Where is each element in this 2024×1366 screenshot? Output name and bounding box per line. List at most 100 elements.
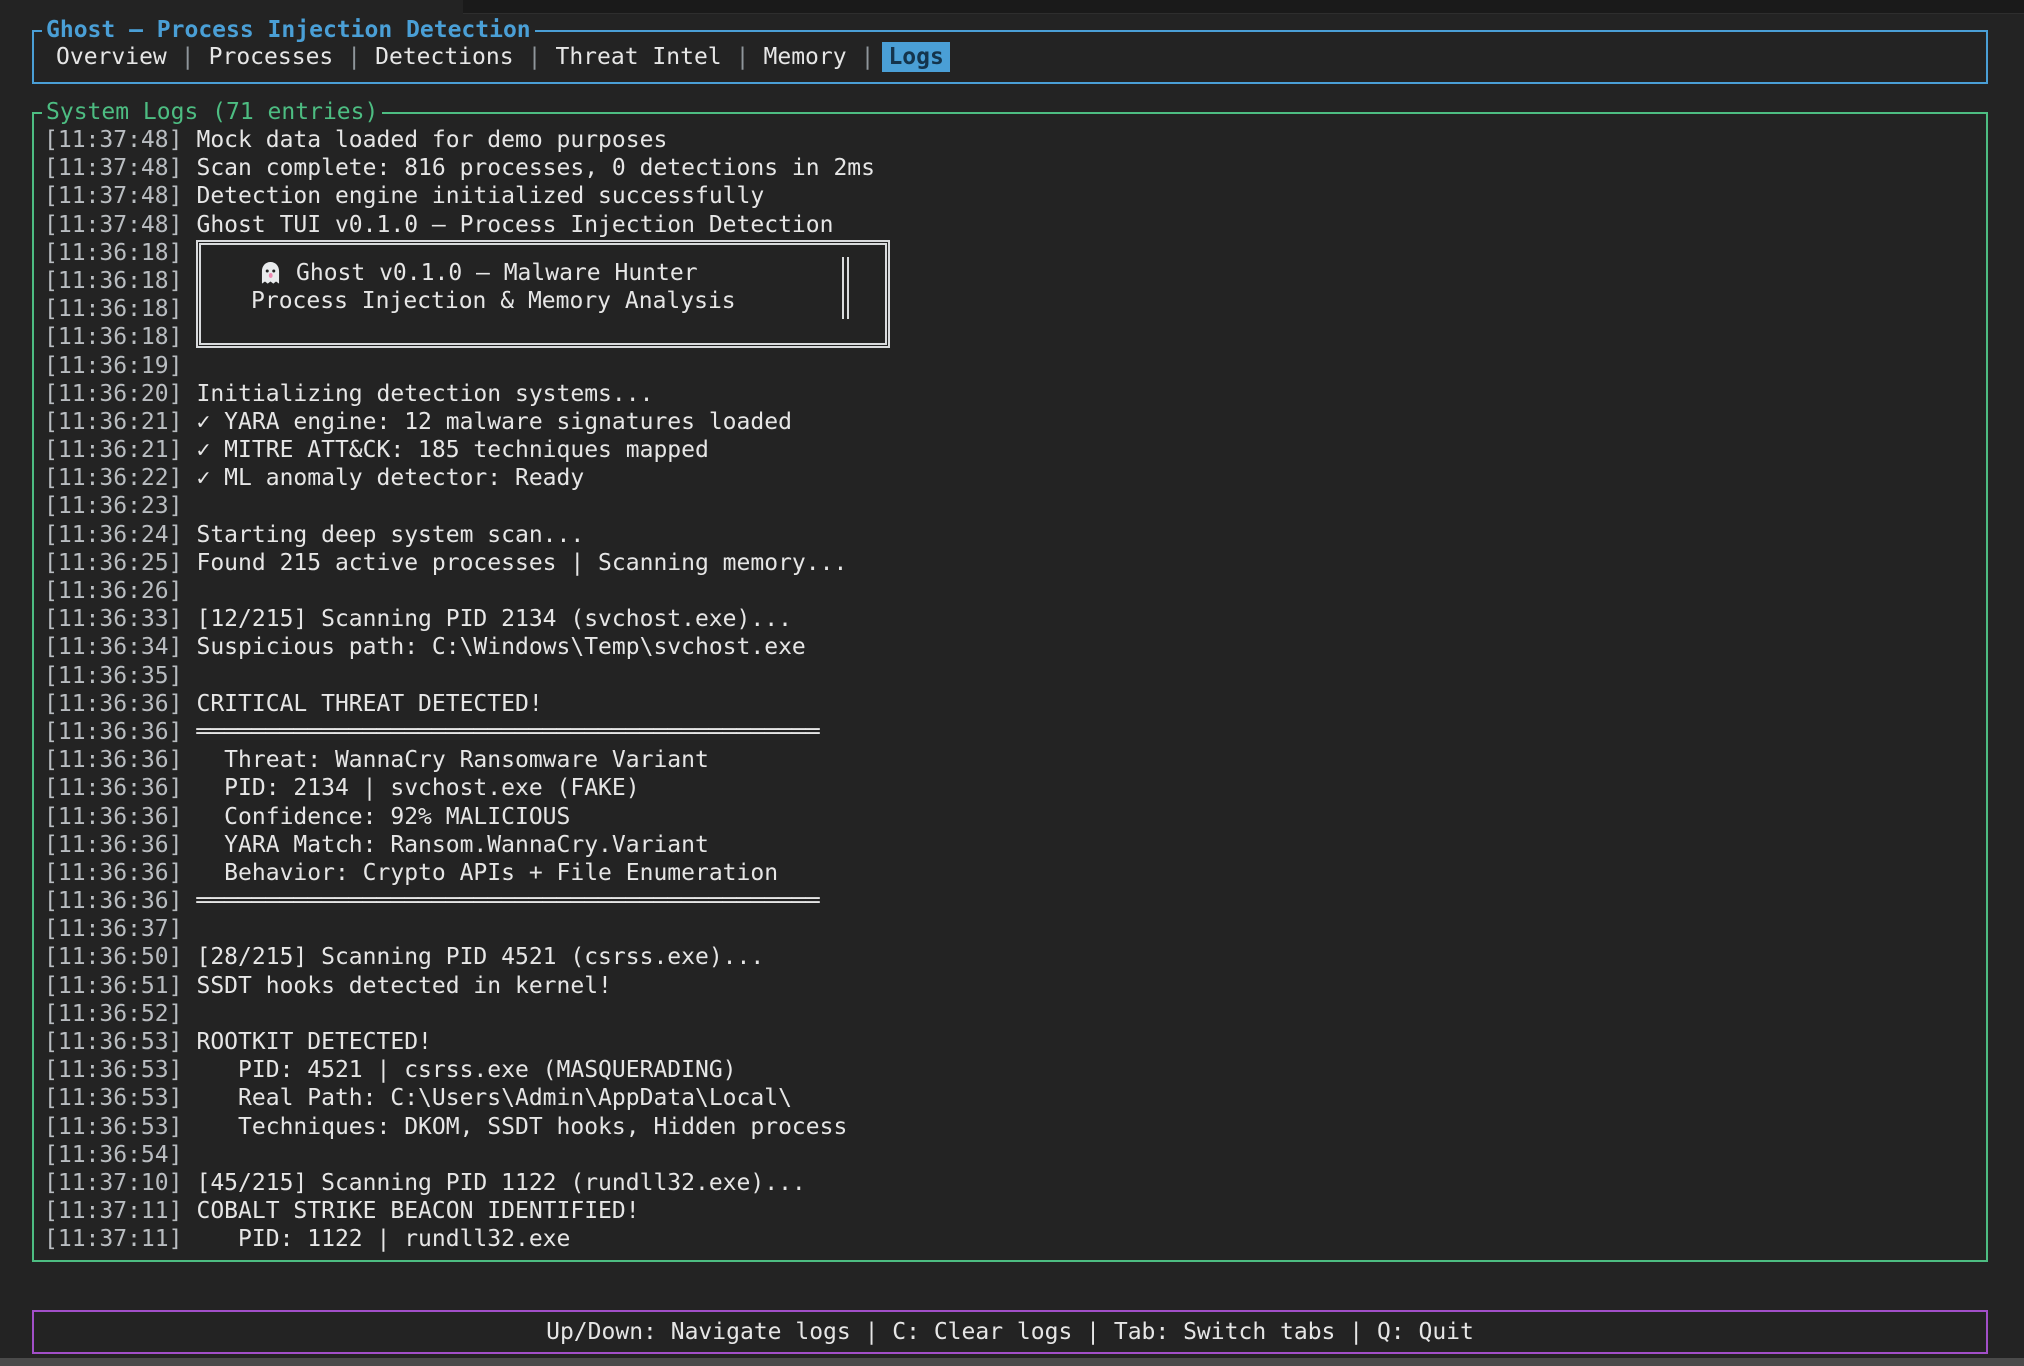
log-timestamp: [11:36:50] [44, 944, 182, 970]
log-message: ════════════════════════════════════════… [196, 719, 819, 745]
app-title: Ghost — Process Injection Detection [42, 16, 535, 44]
log-message: ✓ MITRE ATT&CK: 185 techniques mapped [196, 437, 708, 463]
log-row: [11:37:11] COBALT STRIKE BEACON IDENTIFIE… [44, 1197, 1986, 1225]
log-timestamp: [11:36:22] [44, 465, 182, 491]
tab-separator: | [853, 44, 883, 70]
log-row: [11:37:11] PID: 1122 | rundll32.exe [44, 1225, 1986, 1253]
banner-subtitle: Process Injection & Memory Analysis [201, 287, 885, 315]
log-row: [11:36:36] Threat: WannaCry Ransomware V… [44, 746, 1986, 774]
log-row: [11:36:36]CRITICAL THREAT DETECTED! [44, 690, 1986, 718]
log-message: Behavior: Crypto APIs + File Enumeration [196, 860, 778, 886]
log-row: [11:36:34]Suspicious path: C:\Windows\Te… [44, 633, 1986, 661]
log-timestamp: [11:37:48] [44, 127, 182, 153]
log-timestamp: [11:36:53] [44, 1085, 182, 1111]
log-row: [11:36:51] SSDT hooks detected in kernel! [44, 972, 1986, 1000]
tab-separator: | [520, 44, 550, 70]
log-timestamp: [11:36:25] [44, 550, 182, 576]
log-timestamp: [11:36:53] [44, 1057, 182, 1083]
tab-separator: | [728, 44, 758, 70]
log-timestamp: [11:36:52] [44, 1001, 182, 1027]
log-timestamp: [11:36:36] [44, 832, 182, 858]
tab-bar-panel: Ghost — Process Injection Detection Over… [32, 30, 1988, 84]
log-row: [11:36:21]✓ MITRE ATT&CK: 185 techniques… [44, 436, 1986, 464]
ghost-icon [257, 260, 284, 287]
log-row: [11:37:10] [45/215] Scanning PID 1122 (ru… [44, 1169, 1986, 1197]
log-timestamp: [11:36:21] [44, 409, 182, 435]
log-message: SSDT hooks detected in kernel! [196, 973, 611, 999]
log-message: PID: 2134 | svchost.exe (FAKE) [196, 775, 639, 801]
log-timestamp: [11:36:18] [44, 240, 182, 266]
log-timestamp: [11:36:51] [44, 973, 182, 999]
window-top-edge [463, 0, 2024, 14]
log-timestamp: [11:36:53] [44, 1029, 182, 1055]
log-row: [11:36:54] [44, 1141, 1986, 1169]
log-message: Starting deep system scan... [196, 522, 584, 548]
log-timestamp: [11:37:48] [44, 212, 182, 238]
ghost-banner-box: Ghost v0.1.0 — Malware Hunter Process In… [196, 240, 890, 348]
log-timestamp: [11:37:48] [44, 155, 182, 181]
log-row: [11:36:35] [44, 662, 1986, 690]
banner-line-1: Ghost v0.1.0 — Malware Hunter [201, 259, 885, 287]
log-message: [12/215] Scanning PID 2134 (svchost.exe)… [196, 606, 791, 632]
tab-detections[interactable]: Detections [369, 42, 519, 72]
log-row: [11:36:20]Initializing detection systems… [44, 380, 1986, 408]
log-message: [45/215] Scanning PID 1122 (rundll32.exe… [196, 1170, 805, 1196]
log-row: [11:36:50][28/215] Scanning PID 4521 (cs… [44, 943, 1986, 971]
log-row: [11:36:19] [44, 352, 1986, 380]
log-row: [11:36:36]══════════════════════════════… [44, 718, 1986, 746]
log-row: [11:36:25]Found 215 active processes | S… [44, 549, 1986, 577]
tab-logs[interactable]: Logs [882, 42, 949, 72]
log-timestamp: [11:36:23] [44, 493, 182, 519]
log-row: [11:36:33][12/215] Scanning PID 2134 (sv… [44, 605, 1986, 633]
log-message: ════════════════════════════════════════… [196, 888, 819, 914]
log-timestamp: [11:36:36] [44, 747, 182, 773]
log-timestamp: [11:37:10] [44, 1170, 182, 1196]
tab-overview[interactable]: Overview [50, 42, 173, 72]
log-row: [11:36:36] ══════════════════════════════… [44, 887, 1986, 915]
log-row: [11:36:24] Starting deep system scan... [44, 521, 1986, 549]
banner-title: Ghost v0.1.0 — Malware Hunter [296, 259, 698, 287]
log-message: Confidence: 92% MALICIOUS [196, 804, 570, 830]
log-list[interactable]: [11:37:48]Mock data loaded for demo purp… [34, 114, 1986, 1260]
log-row: [11:36:53] ROOTKIT DETECTED! [44, 1028, 1986, 1056]
log-row: [11:36:36] Behavior: Crypto APIs + File … [44, 859, 1986, 887]
log-message: ✓ ML anomaly detector: Ready [196, 465, 584, 491]
log-timestamp: [11:36:24] [44, 522, 182, 548]
log-timestamp: [11:36:53] [44, 1114, 182, 1140]
tab-threat-intel[interactable]: Threat Intel [549, 42, 727, 72]
keyboard-shortcuts-hint: Up/Down: Navigate logs | C: Clear logs |… [546, 1319, 1474, 1345]
log-row: [11:36:21] ✓ YARA engine: 12 malware sign… [44, 408, 1986, 436]
log-row: [11:36:53] PID: 4521 | csrss.exe (MASQUE… [44, 1056, 1986, 1084]
log-message: ROOTKIT DETECTED! [196, 1029, 431, 1055]
log-message: PID: 1122 | rundll32.exe [196, 1226, 570, 1252]
log-row: [11:37:48]Detection engine initialized s… [44, 182, 1986, 210]
log-row: [11:36:36] Confidence: 92% MALICIOUS [44, 803, 1986, 831]
log-row: [11:36:37] [44, 915, 1986, 943]
log-row: [11:36:52] [44, 1000, 1986, 1028]
log-row: [11:37:48]Ghost TUI v0.1.0 — Process Inj… [44, 211, 1986, 239]
system-logs-panel: System Logs (71 entries) [11:37:48]Mock … [32, 112, 1988, 1262]
log-timestamp: [11:36:34] [44, 634, 182, 660]
log-timestamp: [11:37:11] [44, 1198, 182, 1224]
tab-memory[interactable]: Memory [758, 42, 853, 72]
log-timestamp: [11:36:18] [44, 324, 182, 350]
log-timestamp: [11:36:36] [44, 775, 182, 801]
log-timestamp: [11:36:36] [44, 691, 182, 717]
window-bottom-edge [0, 1358, 2024, 1366]
log-row: [11:37:48]Scan complete: 816 processes, … [44, 154, 1986, 182]
log-row: [11:36:23] [44, 492, 1986, 520]
log-row: [11:36:53] Real Path: C:\Users\Admin\App… [44, 1084, 1986, 1112]
log-timestamp: [11:37:48] [44, 183, 182, 209]
log-timestamp: [11:36:36] [44, 804, 182, 830]
log-timestamp: [11:36:36] [44, 860, 182, 886]
log-timestamp: [11:36:36] [44, 888, 182, 914]
log-timestamp: [11:36:35] [44, 663, 182, 689]
tab-separator: | [173, 44, 203, 70]
log-message: COBALT STRIKE BEACON IDENTIFIED! [196, 1198, 639, 1224]
log-message: ✓ YARA engine: 12 malware signatures loa… [196, 409, 791, 435]
tab-processes[interactable]: Processes [203, 42, 340, 72]
terminal-screen: Ghost — Process Injection Detection Over… [0, 0, 2024, 1366]
log-timestamp: [11:36:20] [44, 381, 182, 407]
log-timestamp: [11:36:19] [44, 353, 182, 379]
log-row: [11:36:36] YARA Match: Ransom.WannaCry.V… [44, 831, 1986, 859]
